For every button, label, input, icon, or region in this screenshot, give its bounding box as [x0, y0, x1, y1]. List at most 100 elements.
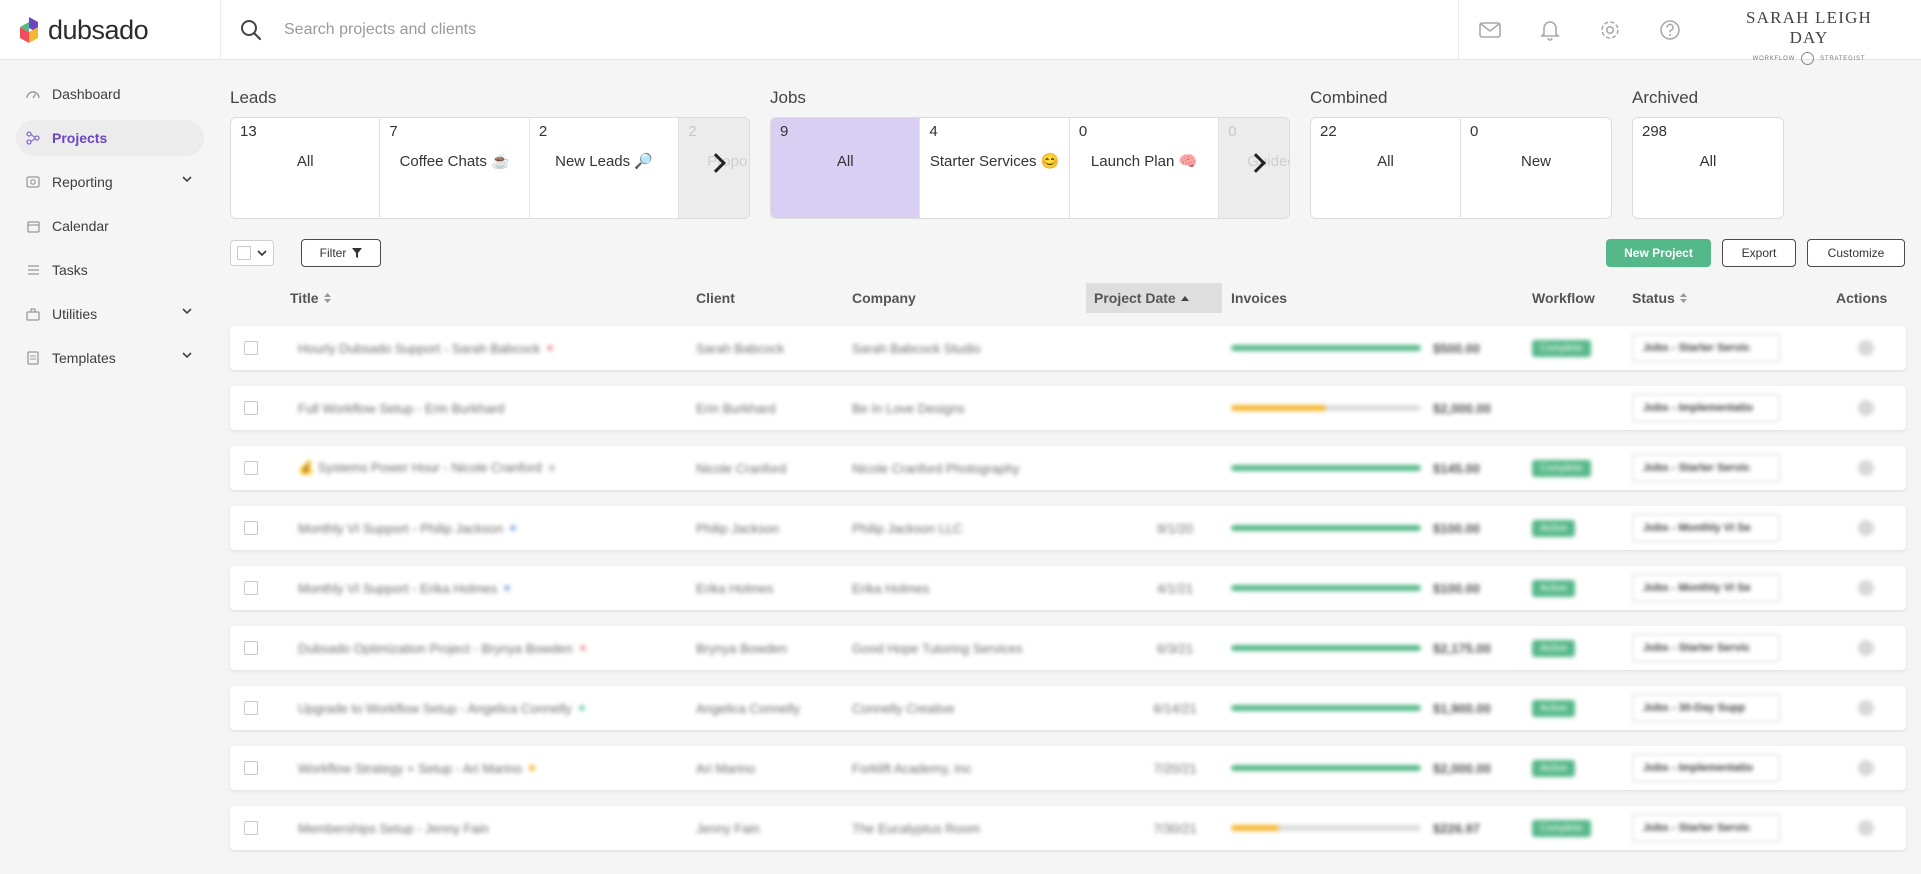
- workflow-cell[interactable]: Active: [1532, 506, 1622, 550]
- client-cell[interactable]: Angelica Connelly: [696, 686, 846, 730]
- invoice-cell[interactable]: $226.97: [1231, 806, 1521, 850]
- workflow-cell[interactable]: Complete: [1532, 446, 1622, 490]
- card-leads-new-leads[interactable]: 2 New Leads 🔎: [530, 118, 680, 218]
- row-checkbox[interactable]: [244, 701, 258, 715]
- mail-icon[interactable]: [1478, 18, 1502, 42]
- project-title[interactable]: 💰 Systems Power Hour - Nicole Cranford: [298, 460, 542, 476]
- workflow-cell[interactable]: Active: [1532, 686, 1622, 730]
- card-archived-all[interactable]: 298 All: [1633, 118, 1783, 218]
- client-cell[interactable]: Sarah Babcock: [696, 326, 846, 370]
- column-header-project-date[interactable]: Project Date: [1086, 283, 1222, 313]
- customize-button[interactable]: Customize: [1807, 239, 1905, 267]
- status-select[interactable]: Jobs - Implementatio: [1632, 754, 1780, 782]
- client-cell[interactable]: Nicole Cranford: [696, 446, 846, 490]
- table-row[interactable]: Monthly VI Support - Erika Holmes Erika H…: [230, 566, 1906, 610]
- select-all-checkbox[interactable]: [237, 246, 251, 260]
- table-row[interactable]: Monthly VI Support - Philip Jackson Phili…: [230, 506, 1906, 550]
- row-checkbox[interactable]: [244, 821, 258, 835]
- project-title-cell[interactable]: Monthly VI Support - Philip Jackson: [298, 506, 678, 550]
- chevron-down-icon[interactable]: [182, 176, 192, 183]
- app-logo[interactable]: dubsado: [18, 12, 149, 48]
- column-header-invoices[interactable]: Invoices: [1231, 283, 1287, 313]
- more-actions-icon[interactable]: [1858, 640, 1874, 656]
- invoice-cell[interactable]: $145.00: [1231, 446, 1521, 490]
- client-cell[interactable]: Jenny Fain: [696, 806, 846, 850]
- client-cell[interactable]: Erika Holmes: [696, 566, 846, 610]
- more-actions-icon[interactable]: [1858, 400, 1874, 416]
- card-leads-coffee-chats[interactable]: 7 Coffee Chats ☕: [380, 118, 530, 218]
- row-checkbox[interactable]: [244, 581, 258, 595]
- card-jobs-guided[interactable]: 0 Guidec: [1219, 118, 1289, 218]
- project-title-cell[interactable]: Upgrade to Workflow Setup - Angelica Con…: [298, 686, 678, 730]
- status-select[interactable]: Jobs - Starter Servic: [1632, 634, 1780, 662]
- search-input[interactable]: [284, 21, 884, 39]
- table-row[interactable]: Upgrade to Workflow Setup - Angelica Con…: [230, 686, 1906, 730]
- project-title-cell[interactable]: Full Workflow Setup - Erin Burkhard: [298, 386, 678, 430]
- more-actions-icon[interactable]: [1858, 760, 1874, 776]
- card-combined-new[interactable]: 0 New: [1461, 118, 1611, 218]
- project-title[interactable]: Dubsado Optimization Project - Brynya Bo…: [298, 641, 573, 656]
- column-header-client[interactable]: Client: [696, 283, 735, 313]
- client-cell[interactable]: Philip Jackson: [696, 506, 846, 550]
- row-checkbox[interactable]: [244, 341, 258, 355]
- column-header-company[interactable]: Company: [852, 283, 916, 313]
- project-title-cell[interactable]: Workflow Strategy + Setup - Ari Marino: [298, 746, 678, 790]
- status-select[interactable]: Jobs - Starter Servic: [1632, 334, 1780, 362]
- project-title[interactable]: Full Workflow Setup - Erin Burkhard: [298, 401, 504, 416]
- sidebar-item-dashboard[interactable]: Dashboard: [16, 76, 204, 112]
- card-leads-all[interactable]: 13 All: [231, 118, 381, 218]
- status-select[interactable]: Jobs - Starter Servic: [1632, 454, 1780, 482]
- chevron-down-icon[interactable]: [182, 352, 192, 359]
- project-title-cell[interactable]: Monthly VI Support - Erika Holmes: [298, 566, 678, 610]
- project-title[interactable]: Upgrade to Workflow Setup - Angelica Con…: [298, 701, 572, 716]
- row-checkbox[interactable]: [244, 521, 258, 535]
- workflow-cell[interactable]: Active: [1532, 566, 1622, 610]
- sidebar-item-tasks[interactable]: Tasks: [16, 252, 204, 288]
- table-row[interactable]: Dubsado Optimization Project - Brynya Bo…: [230, 626, 1906, 670]
- table-row[interactable]: Hourly Dubsado Support - Sarah Babcock Sa…: [230, 326, 1906, 370]
- status-select[interactable]: Jobs - Monthly VI Se: [1632, 514, 1780, 542]
- row-checkbox[interactable]: [244, 401, 258, 415]
- bell-icon[interactable]: [1538, 18, 1562, 42]
- card-leads-proposal[interactable]: 2 Propo: [679, 118, 749, 218]
- table-row[interactable]: Memberships Setup - Jenny Fain Jenny Fain…: [230, 806, 1906, 850]
- row-checkbox[interactable]: [244, 761, 258, 775]
- status-select[interactable]: Jobs - Implementatio: [1632, 394, 1780, 422]
- more-actions-icon[interactable]: [1858, 460, 1874, 476]
- table-row[interactable]: 💰 Systems Power Hour - Nicole Cranford Ni…: [230, 446, 1906, 490]
- sidebar-item-projects[interactable]: Projects: [16, 120, 204, 156]
- project-title-cell[interactable]: 💰 Systems Power Hour - Nicole Cranford: [298, 446, 678, 490]
- account-brand[interactable]: SARAH LEIGH DAY WORKFLOW STRATEGIST: [1724, 8, 1894, 65]
- more-actions-icon[interactable]: [1858, 700, 1874, 716]
- more-actions-icon[interactable]: [1858, 820, 1874, 836]
- project-title-cell[interactable]: Hourly Dubsado Support - Sarah Babcock: [298, 326, 678, 370]
- table-row[interactable]: Workflow Strategy + Setup - Ari Marino Ar…: [230, 746, 1906, 790]
- status-select[interactable]: Jobs - Monthly VI Se: [1632, 574, 1780, 602]
- client-cell[interactable]: Brynya Bowden: [696, 626, 846, 670]
- project-title[interactable]: Workflow Strategy + Setup - Ari Marino: [298, 761, 522, 776]
- invoice-cell[interactable]: $100.00: [1231, 566, 1521, 610]
- sidebar-item-calendar[interactable]: Calendar: [16, 208, 204, 244]
- project-title-cell[interactable]: Dubsado Optimization Project - Brynya Bo…: [298, 626, 678, 670]
- filter-button[interactable]: Filter: [301, 239, 381, 267]
- card-jobs-starter-services[interactable]: 4 Starter Services 😊: [920, 118, 1070, 218]
- more-actions-icon[interactable]: [1858, 340, 1874, 356]
- project-title[interactable]: Hourly Dubsado Support - Sarah Babcock: [298, 341, 540, 356]
- workflow-cell[interactable]: Complete: [1532, 326, 1622, 370]
- card-combined-all[interactable]: 22 All: [1311, 118, 1461, 218]
- workflow-cell[interactable]: Active: [1532, 746, 1622, 790]
- sidebar-item-utilities[interactable]: Utilities: [16, 296, 204, 332]
- card-jobs-all[interactable]: 9 All: [771, 118, 921, 218]
- card-jobs-launch-plan[interactable]: 0 Launch Plan 🧠: [1070, 118, 1220, 218]
- column-header-title[interactable]: Title: [290, 283, 331, 313]
- workflow-cell[interactable]: Active: [1532, 626, 1622, 670]
- project-title[interactable]: Monthly VI Support - Philip Jackson: [298, 521, 503, 536]
- row-checkbox[interactable]: [244, 461, 258, 475]
- status-select[interactable]: Jobs - 30-Day Supp: [1632, 694, 1780, 722]
- workflow-cell[interactable]: Complete: [1532, 806, 1622, 850]
- more-actions-icon[interactable]: [1858, 580, 1874, 596]
- invoice-cell[interactable]: $500.00: [1231, 326, 1521, 370]
- client-cell[interactable]: Ari Marino: [696, 746, 846, 790]
- search-icon[interactable]: [240, 19, 262, 41]
- invoice-cell[interactable]: $2,175.00: [1231, 626, 1521, 670]
